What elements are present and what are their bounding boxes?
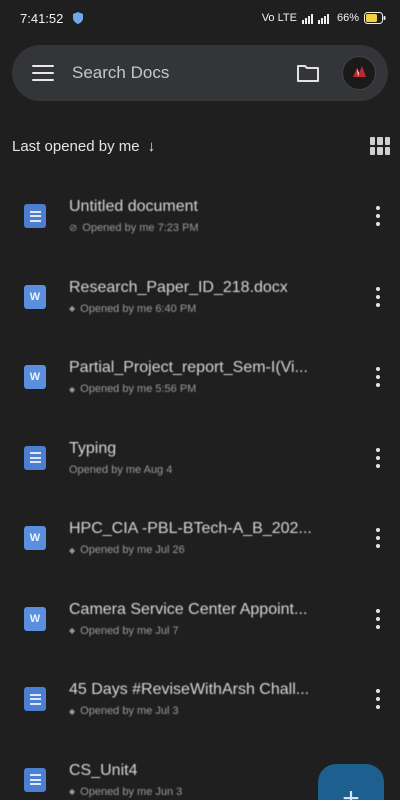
network-label: Vo LTE <box>261 12 297 24</box>
more-options-icon[interactable] <box>370 525 386 551</box>
hamburger-menu-icon[interactable] <box>32 65 54 81</box>
document-meta: ◆ Opened by me Jul 3 <box>69 705 354 717</box>
word-file-icon: W <box>24 606 46 631</box>
document-opened-time: Opened by me Aug 4 <box>69 463 173 476</box>
document-opened-time: Opened by me 5:56 PM <box>80 383 197 396</box>
document-meta: Opened by me Aug 4 <box>69 464 354 476</box>
document-meta: ◆ Opened by me Jul 26 <box>69 544 354 556</box>
word-file-icon: W <box>24 365 46 390</box>
document-meta: ◆ Opened by me Jun 3 <box>69 786 354 798</box>
document-meta: ⊘ Opened by me 7:23 PM <box>69 222 354 234</box>
document-meta: ◆ Opened by me 5:56 PM <box>69 383 354 395</box>
search-bar[interactable]: Search Docs <box>12 45 388 101</box>
document-opened-time: Opened by me 7:23 PM <box>82 222 199 235</box>
sort-arrow-icon: ↓ <box>147 137 156 155</box>
document-text: 45 Days #ReviseWithArsh Chall... ◆ Opened … <box>69 681 354 717</box>
word-file-icon: W <box>24 526 46 551</box>
battery-percent: 66% <box>336 12 359 24</box>
document-item[interactable]: Typing Opened by me Aug 4 <box>0 418 400 499</box>
google-doc-icon <box>24 767 46 792</box>
shared-icon: ◆ <box>69 545 76 555</box>
document-meta: ◆ Opened by me 6:40 PM <box>69 303 354 315</box>
more-options-icon[interactable] <box>370 606 386 632</box>
document-title: CS_Unit4 <box>69 761 138 779</box>
document-text: Typing Opened by me Aug 4 <box>69 440 354 476</box>
document-opened-time: Opened by me Jul 7 <box>80 624 179 637</box>
sort-button[interactable]: Last opened by me ↓ <box>12 138 155 155</box>
offline-icon: ⊘ <box>69 222 78 234</box>
google-doc-icon <box>24 445 46 470</box>
document-item[interactable]: Untitled document ⊘ Opened by me 7:23 PM <box>0 176 400 257</box>
document-opened-time: Opened by me Jun 3 <box>80 785 183 798</box>
document-text: Untitled document ⊘ Opened by me 7:23 PM <box>69 198 354 234</box>
google-doc-icon <box>24 204 46 229</box>
shared-icon: ◆ <box>69 384 76 394</box>
document-item[interactable]: W Partial_Project_report_Sem-I(Vi... ◆ Open… <box>0 337 400 418</box>
document-opened-time: Opened by me 6:40 PM <box>80 302 197 315</box>
document-text: Research_Paper_ID_218.docx ◆ Opened by me … <box>69 279 354 315</box>
document-list: Untitled document ⊘ Opened by me 7:23 PM W R… <box>0 176 400 800</box>
signal-icon <box>301 12 332 24</box>
google-doc-icon <box>24 687 46 712</box>
grid-view-icon[interactable] <box>370 137 390 155</box>
shared-icon: ◆ <box>69 626 76 636</box>
word-file-icon: W <box>24 284 46 309</box>
document-opened-time: Opened by me Jul 26 <box>80 544 185 557</box>
status-time: 7:41:52 <box>20 10 64 26</box>
document-item[interactable]: W HPC_CIA -PBL-BTech-A_B_202... ◆ Opened by… <box>0 498 400 579</box>
document-text: Partial_Project_report_Sem-I(Vi... ◆ Opene… <box>69 359 354 395</box>
document-meta: ◆ Opened by me Jul 7 <box>69 625 354 637</box>
shared-icon: ◆ <box>69 706 76 716</box>
status-right: Vo LTE 66% <box>262 12 386 24</box>
folder-icon[interactable] <box>294 59 322 87</box>
more-options-icon[interactable] <box>370 364 386 390</box>
plus-icon: + <box>342 782 360 800</box>
document-title: 45 Days #ReviseWithArsh Chall... <box>69 681 310 699</box>
battery-icon <box>364 12 386 24</box>
shared-icon: ◆ <box>69 304 76 314</box>
status-bar: 7:41:52 Vo LTE 66% <box>0 0 400 36</box>
more-options-icon[interactable] <box>370 686 386 712</box>
sort-label: Last opened by me <box>12 137 140 155</box>
document-text: CS_Unit4 ◆ Opened by me Jun 3 <box>69 762 354 798</box>
more-options-icon[interactable] <box>370 203 386 229</box>
new-document-button[interactable]: + <box>318 764 384 800</box>
document-title: Typing <box>69 439 117 457</box>
more-options-icon[interactable] <box>370 284 386 310</box>
document-item[interactable]: 45 Days #ReviseWithArsh Chall... ◆ Opened … <box>0 659 400 740</box>
document-item[interactable]: W Research_Paper_ID_218.docx ◆ Opened by me… <box>0 257 400 338</box>
document-title: Untitled document <box>69 198 198 216</box>
document-title: Research_Paper_ID_218.docx <box>69 278 288 296</box>
avatar[interactable] <box>342 56 376 90</box>
status-left: 7:41:52 <box>20 11 85 26</box>
sort-row: Last opened by me ↓ <box>12 132 390 160</box>
document-title: HPC_CIA -PBL-BTech-A_B_202... <box>69 520 312 538</box>
vpn-shield-icon <box>71 11 85 25</box>
document-text: HPC_CIA -PBL-BTech-A_B_202... ◆ Opened by … <box>69 520 354 556</box>
document-title: Camera Service Center Appoint... <box>69 600 308 618</box>
document-text: Camera Service Center Appoint... ◆ Opened … <box>69 601 354 637</box>
document-item[interactable]: W Camera Service Center Appoint... ◆ Opened… <box>0 579 400 660</box>
search-input[interactable]: Search Docs <box>72 63 294 83</box>
shared-icon: ◆ <box>69 787 76 797</box>
document-title: Partial_Project_report_Sem-I(Vi... <box>69 359 308 377</box>
document-opened-time: Opened by me Jul 3 <box>80 705 179 718</box>
more-options-icon[interactable] <box>370 445 386 471</box>
